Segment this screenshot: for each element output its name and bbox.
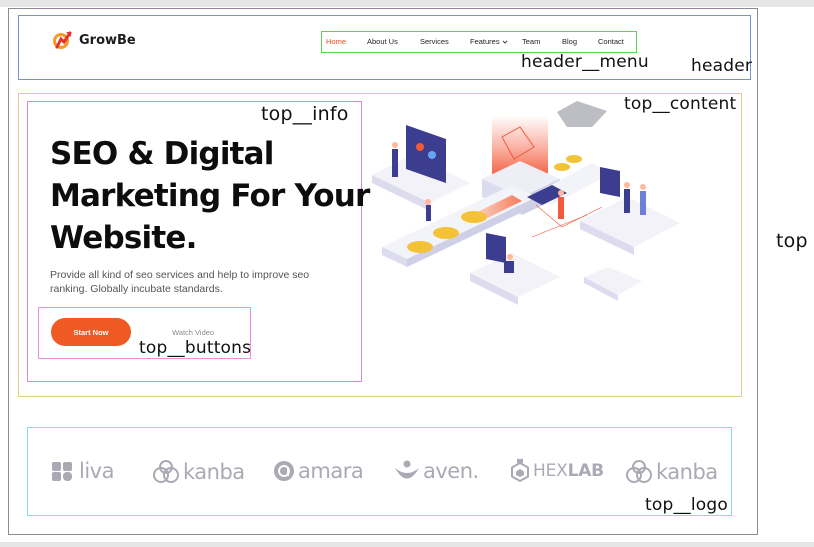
menu-item-features[interactable]: Features xyxy=(470,37,508,46)
annotation-header-menu: header__menu xyxy=(521,52,649,72)
site-logo[interactable]: GrowBe xyxy=(51,29,136,51)
partner-name: kanba xyxy=(656,460,718,484)
page-bottom-edge xyxy=(0,542,814,547)
hero-title-line-2: Marketing For Your xyxy=(50,178,370,214)
hero-title-line-3: Website. xyxy=(50,220,197,256)
annotation-top-logo: top__logo xyxy=(645,495,728,515)
menu-item-team[interactable]: Team xyxy=(522,37,540,46)
menu-item-home[interactable]: Home xyxy=(326,37,346,46)
annotation-top-buttons: top__buttons xyxy=(139,338,252,358)
menu-item-about-us[interactable]: About Us xyxy=(367,37,398,46)
watch-video-link[interactable]: Watch Video xyxy=(172,328,214,337)
main-menu: Home About Us Services Features Team Blo… xyxy=(322,32,636,52)
partner-logo-aven: aven. xyxy=(394,459,479,483)
hexlab-logo-icon xyxy=(511,459,529,483)
partner-name: liva xyxy=(79,459,114,483)
partner-logo-liva: liva xyxy=(50,459,114,483)
menu-item-contact[interactable]: Contact xyxy=(598,37,624,46)
partner-logo-kanba-2: kanba xyxy=(625,459,718,485)
amara-logo-icon xyxy=(274,461,294,481)
menu-item-blog[interactable]: Blog xyxy=(562,37,577,46)
partner-logo-kanba: kanba xyxy=(152,459,245,485)
partner-name: amara xyxy=(298,459,364,483)
annotation-top: top xyxy=(776,230,808,252)
hero-title-line-1: SEO & Digital xyxy=(50,136,274,172)
growbe-logo-icon xyxy=(53,31,72,49)
seo-isometric-illustration xyxy=(372,101,680,305)
kanba-logo-icon xyxy=(626,460,652,483)
partner-logo-amara: amara xyxy=(273,459,364,483)
menu-item-services[interactable]: Services xyxy=(420,37,449,46)
annotation-top-info: top__info xyxy=(261,103,349,125)
chevron-down-icon xyxy=(502,40,508,44)
partner-name: HEXLAB xyxy=(533,461,604,481)
partner-name: aven. xyxy=(423,459,479,483)
menu-item-features-label: Features xyxy=(470,37,500,46)
brand-name: GrowBe xyxy=(79,32,136,48)
partner-name-regular: HEX xyxy=(533,461,568,481)
start-now-button[interactable]: Start Now xyxy=(51,318,131,346)
annotation-header: header xyxy=(691,56,753,76)
hero-title: SEO & Digital Marketing For Your Website… xyxy=(50,133,370,259)
partner-logo-hexlab: HEXLAB xyxy=(510,459,604,483)
aven-logo-icon xyxy=(395,460,419,479)
annotation-top-content: top__content xyxy=(624,94,737,114)
hero-description: Provide all kind of seo services and hel… xyxy=(50,269,310,295)
partner-name: kanba xyxy=(183,460,245,484)
page-top-edge xyxy=(0,0,814,7)
liva-logo-icon xyxy=(52,462,72,481)
kanba-logo-icon xyxy=(153,460,179,483)
partner-name-bold: LAB xyxy=(567,461,605,481)
